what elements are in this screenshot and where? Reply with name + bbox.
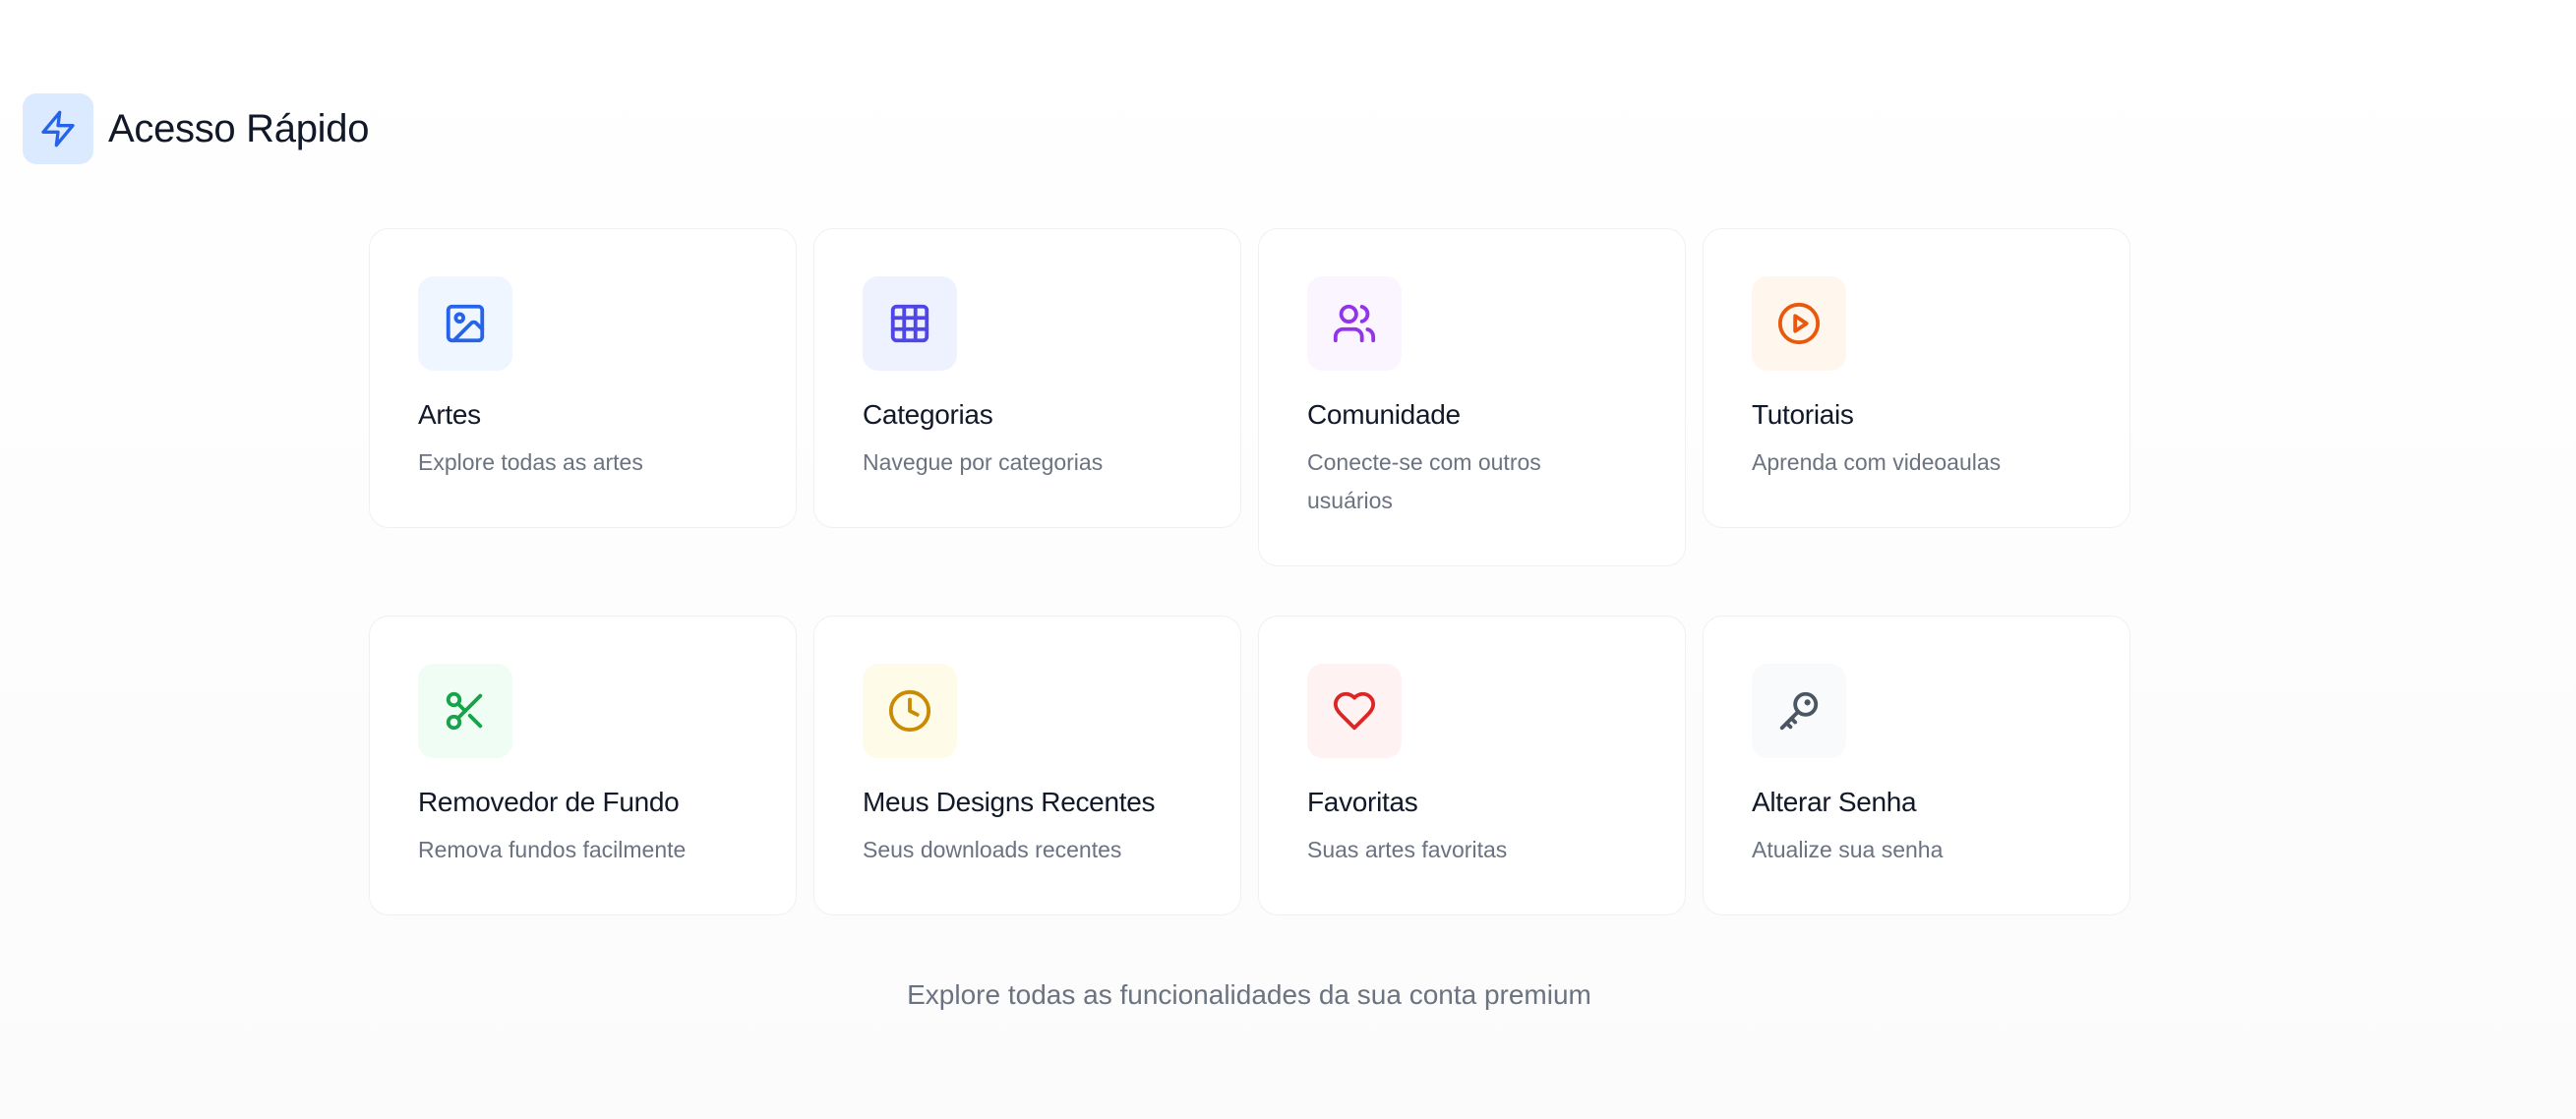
card-title: Meus Designs Recentes bbox=[863, 787, 1156, 817]
card-icon-badge bbox=[418, 276, 512, 371]
card-description: Suas artes favoritas bbox=[1307, 836, 1508, 862]
card-title: Alterar Senha bbox=[1752, 787, 1917, 817]
card-description: Seus downloads recentes bbox=[863, 836, 1122, 862]
card-icon-badge bbox=[1752, 664, 1846, 758]
card-description: Atualize sua senha bbox=[1752, 836, 1944, 862]
footer-caption: Explore todas as funcionalidades da sua … bbox=[907, 979, 1591, 1010]
card-categorias[interactable]: Categorias Navegue por categorias bbox=[813, 228, 1241, 528]
card-title: Artes bbox=[418, 399, 481, 430]
users-icon bbox=[1333, 304, 1376, 343]
card-icon-badge bbox=[1307, 664, 1402, 758]
section-header: Acesso Rápido bbox=[23, 93, 369, 164]
card-description: Explore todas as artes bbox=[418, 448, 643, 475]
card-title: Removedor de Fundo bbox=[418, 787, 680, 817]
card-icon-badge bbox=[418, 664, 512, 758]
header-icon-badge bbox=[23, 93, 93, 164]
key-icon bbox=[1779, 691, 1819, 731]
card-comunidade[interactable]: Comunidade Conecte-se com outros usuário… bbox=[1258, 228, 1686, 566]
card-description: Remova fundos facilmente bbox=[418, 836, 687, 862]
card-description: Aprenda com videoaulas bbox=[1752, 448, 2002, 475]
section-title: Acesso Rápido bbox=[108, 107, 370, 150]
card-icon-badge bbox=[1307, 276, 1402, 371]
image-icon bbox=[446, 304, 485, 343]
card-icon-badge bbox=[1752, 276, 1846, 371]
lightning-bolt-icon bbox=[41, 110, 75, 147]
quick-access-grid: Artes Explore todas as artes Categorias … bbox=[369, 228, 2130, 915]
card-alterar-senha[interactable]: Alterar Senha Atualize sua senha bbox=[1703, 616, 2130, 915]
card-artes[interactable]: Artes Explore todas as artes bbox=[369, 228, 797, 528]
card-tutoriais[interactable]: Tutoriais Aprenda com videoaulas bbox=[1703, 228, 2130, 528]
card-favoritas[interactable]: Favoritas Suas artes favoritas bbox=[1258, 616, 1686, 915]
card-icon-badge bbox=[863, 664, 957, 758]
grid-icon bbox=[890, 304, 929, 343]
card-removedor-de-fundo[interactable]: Removedor de Fundo Remova fundos facilme… bbox=[369, 616, 797, 915]
card-title: Categorias bbox=[863, 399, 993, 430]
scissors-icon bbox=[446, 691, 483, 731]
card-icon-badge bbox=[863, 276, 957, 371]
card-title: Tutoriais bbox=[1752, 399, 1854, 430]
card-title: Favoritas bbox=[1307, 787, 1418, 817]
card-title: Comunidade bbox=[1307, 399, 1461, 430]
clock-icon bbox=[888, 689, 931, 733]
card-meus-designs-recentes[interactable]: Meus Designs Recentes Seus downloads rec… bbox=[813, 616, 1241, 915]
play-circle-icon bbox=[1777, 302, 1821, 345]
heart-icon bbox=[1333, 691, 1376, 731]
card-description: Navegue por categorias bbox=[863, 448, 1104, 475]
card-description: Conecte-se com outros usuários bbox=[1307, 448, 1541, 513]
